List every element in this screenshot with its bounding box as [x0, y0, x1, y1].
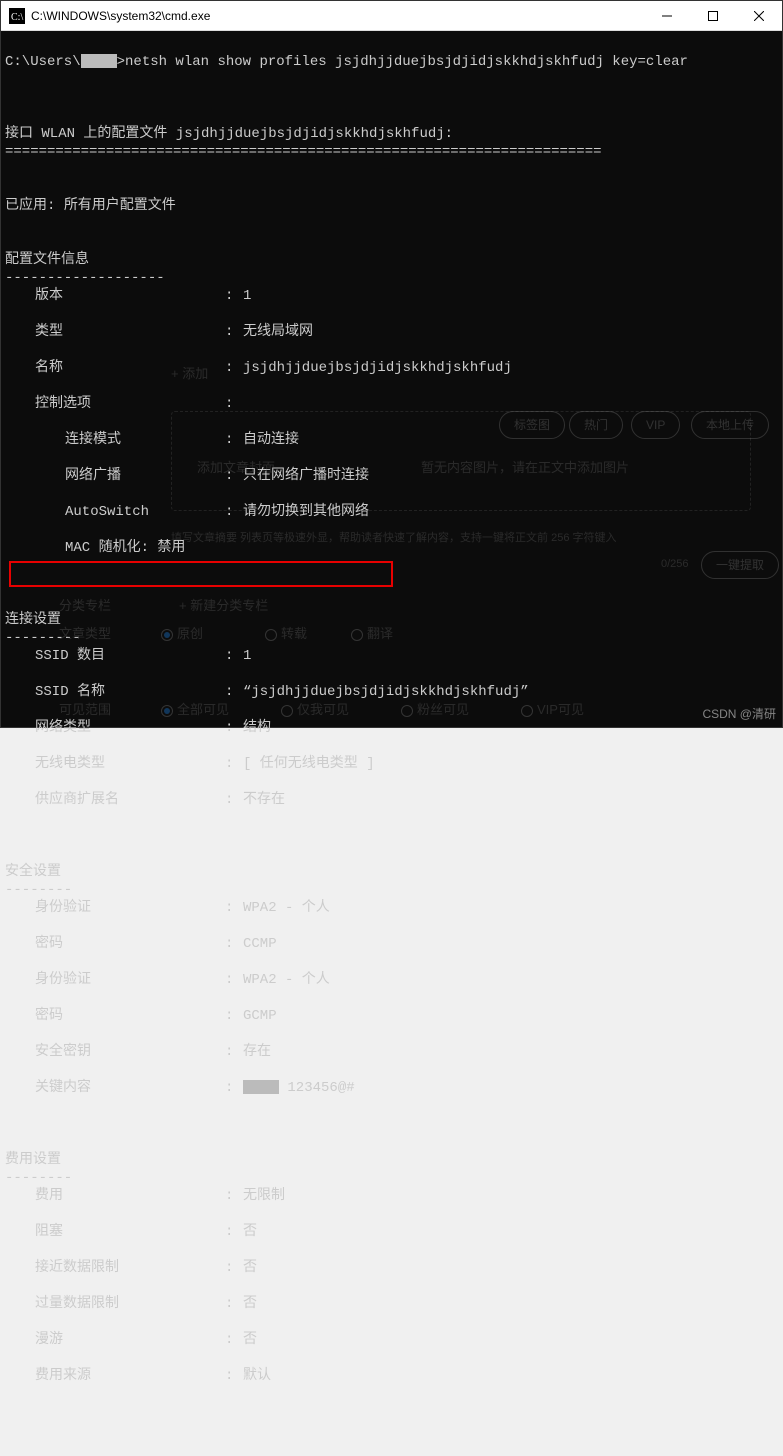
- ghost-new-cat: + 新建分类专栏: [179, 597, 268, 615]
- cmd-window: C:\ C:\WINDOWS\system32\cmd.exe C:\Users…: [0, 0, 783, 728]
- ghost-extract-btn: 一键提取: [701, 551, 779, 579]
- ghost-type-0: 原创: [161, 625, 203, 643]
- window-title: C:\WINDOWS\system32\cmd.exe: [31, 9, 644, 23]
- ghost-tab-tag: 标签图: [499, 411, 565, 439]
- section-cost-title: 费用设置: [5, 1152, 61, 1168]
- ghost-tab-local: 本地上传: [691, 411, 769, 439]
- row-cost-source: 费用来源:默认: [5, 1367, 782, 1385]
- ghost-type-1: 转载: [265, 625, 307, 643]
- row-cipher2: 密码: GCMP: [5, 1007, 782, 1025]
- section-sec-dash: --------: [5, 882, 72, 898]
- row-radio-type: 无线电类型:[ 任何无线电类型 ]: [5, 755, 782, 773]
- ghost-tab-hot: 热门: [569, 411, 623, 439]
- row-keypresent: 安全密钥: 存在: [5, 1043, 782, 1061]
- row-name: 名称:jsjdhjjduejbsjdjidjskkhdjskhfudj: [5, 359, 782, 377]
- ghost-type-2: 翻译: [351, 625, 393, 643]
- profile-header: 接口 WLAN 上的配置文件 jsjdhjjduejbsjdjidjskkhdj…: [5, 126, 453, 142]
- ghost-cat-section: 分类专栏: [59, 597, 111, 615]
- close-button[interactable]: [736, 1, 782, 31]
- section-profile-title: 配置文件信息: [5, 252, 89, 268]
- ghost-vis-2: 粉丝可见: [401, 701, 469, 719]
- watermark: CSDN @清研: [702, 705, 776, 723]
- ghost-vis-1: 仅我可见: [281, 701, 349, 719]
- row-near-limit: 接近数据限制:否: [5, 1259, 782, 1277]
- row-cost: 费用:无限制: [5, 1187, 782, 1205]
- section-conn-title: 连接设置: [5, 612, 61, 628]
- section-profile-dash: -------------------: [5, 270, 165, 286]
- section-sec-title: 安全设置: [5, 864, 61, 880]
- minimize-button[interactable]: [644, 1, 690, 31]
- cmd-icon: C:\: [9, 8, 25, 24]
- redacted-user: [81, 54, 117, 68]
- row-auth2: 身份验证:WPA2 - 个人: [5, 971, 782, 989]
- titlebar: C:\ C:\WINDOWS\system32\cmd.exe: [1, 1, 782, 31]
- ghost-vis-0: 全部可见: [161, 701, 229, 719]
- row-ssid-count: SSID 数目:1: [5, 647, 782, 665]
- section-conn-dash: ---------: [5, 630, 81, 646]
- row-roaming: 漫游:否: [5, 1331, 782, 1349]
- terminal-output[interactable]: C:\Users\ >netsh wlan show profiles jsjdh…: [1, 31, 782, 727]
- row-over-limit: 过量数据限制:否: [5, 1295, 782, 1313]
- svg-text:C:\: C:\: [11, 12, 23, 23]
- ghost-counter: 0/256: [661, 555, 689, 573]
- row-net-type: 网络类型:结构: [5, 719, 782, 737]
- prompt-command: >netsh wlan show profiles jsjdhjjduejbsj…: [117, 54, 688, 70]
- maximize-button[interactable]: [690, 1, 736, 31]
- key-content-value: 123456@#: [287, 1080, 354, 1096]
- ghost-vis-3: VIP可见: [521, 701, 584, 719]
- window-controls: [644, 1, 782, 30]
- row-vendor-ext: 供应商扩展名:不存在: [5, 791, 782, 809]
- row-version: 版本:1: [5, 287, 782, 305]
- row-auth1: 身份验证:WPA2 - 个人: [5, 899, 782, 917]
- row-keycontent: 关键内容: 123456@#: [5, 1079, 782, 1097]
- prompt-line: C:\Users\ >netsh wlan show profiles jsjdh…: [5, 54, 688, 70]
- ghost-tab-vip: VIP: [631, 411, 680, 439]
- row-type: 类型:无线局域网: [5, 323, 782, 341]
- applied-row: 已应用: 所有用户配置文件: [5, 198, 176, 214]
- row-ssid-name: SSID 名称:“jsjdhjjduejbsjdjidjskkhdjskhfud…: [5, 683, 782, 701]
- row-mac: MAC 随机化: 禁用: [5, 539, 782, 557]
- row-cipher1: 密码: CCMP: [5, 935, 782, 953]
- divider: ========================================…: [5, 144, 602, 160]
- prompt-path: C:\Users\: [5, 54, 81, 70]
- ghost-vis-section: 可见范围: [59, 701, 111, 719]
- redacted-block: [243, 1080, 279, 1094]
- row-congested: 阻塞:否: [5, 1223, 782, 1241]
- section-cost-dash: --------: [5, 1170, 72, 1186]
